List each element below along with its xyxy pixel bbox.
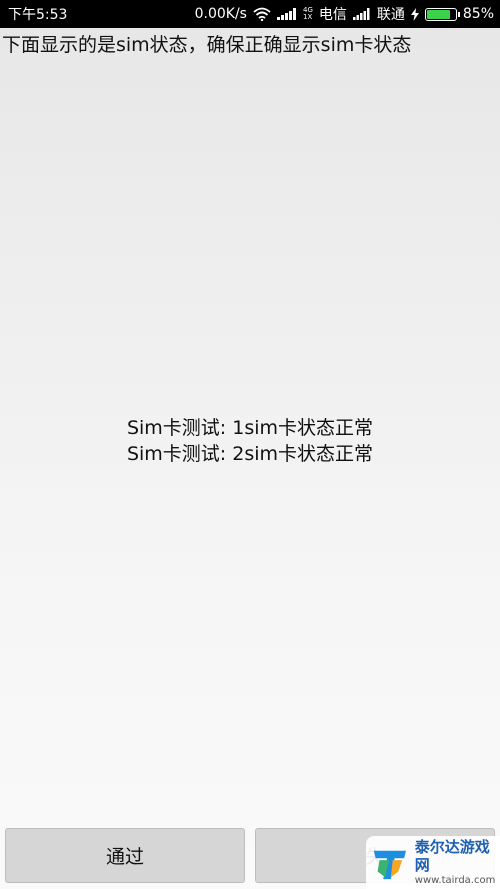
wifi-icon <box>253 7 271 21</box>
signal-icon-2 <box>352 8 371 20</box>
network-type: 4G 1X <box>303 7 313 21</box>
battery-fill <box>426 9 450 19</box>
net-speed: 0.00K/s <box>194 6 247 22</box>
status-bar: 下午5:53 0.00K/s 4G 1X 电信 联通 85% <box>0 0 500 28</box>
watermark-url: www.tairda.com <box>414 875 496 886</box>
pass-button[interactable]: 通过 <box>5 828 245 883</box>
carrier2-label: 联通 <box>376 7 405 23</box>
charging-icon <box>410 7 419 21</box>
signal-icon-1 <box>276 8 297 20</box>
network-type-bottom: 1X <box>302 13 313 21</box>
watermark-name: 泰尔达游戏网 <box>414 838 490 874</box>
sim-status-block: Sim卡测试: 1sim卡状态正常 Sim卡测试: 2sim卡状态正常 <box>0 415 500 467</box>
status-time: 下午5:53 <box>8 7 68 23</box>
battery-percent: 85% <box>462 6 494 22</box>
carrier1-label: 电信 <box>318 7 347 23</box>
sim1-status: Sim卡测试: 1sim卡状态正常 <box>126 417 374 439</box>
watermark-logo-icon <box>373 850 406 879</box>
watermark: 泰尔达游戏网 www.tairda.com <box>366 836 500 889</box>
sim2-status: Sim卡测试: 2sim卡状态正常 <box>126 443 374 465</box>
status-indicators: 0.00K/s 4G 1X 电信 联通 85% <box>195 4 494 24</box>
instruction-text: 下面显示的是sim状态，确保正确显示sim卡状态 <box>2 34 412 56</box>
screen: 下午5:53 0.00K/s 4G 1X 电信 联通 85% 下面显示的是sim… <box>0 0 500 889</box>
battery-icon <box>424 7 460 21</box>
